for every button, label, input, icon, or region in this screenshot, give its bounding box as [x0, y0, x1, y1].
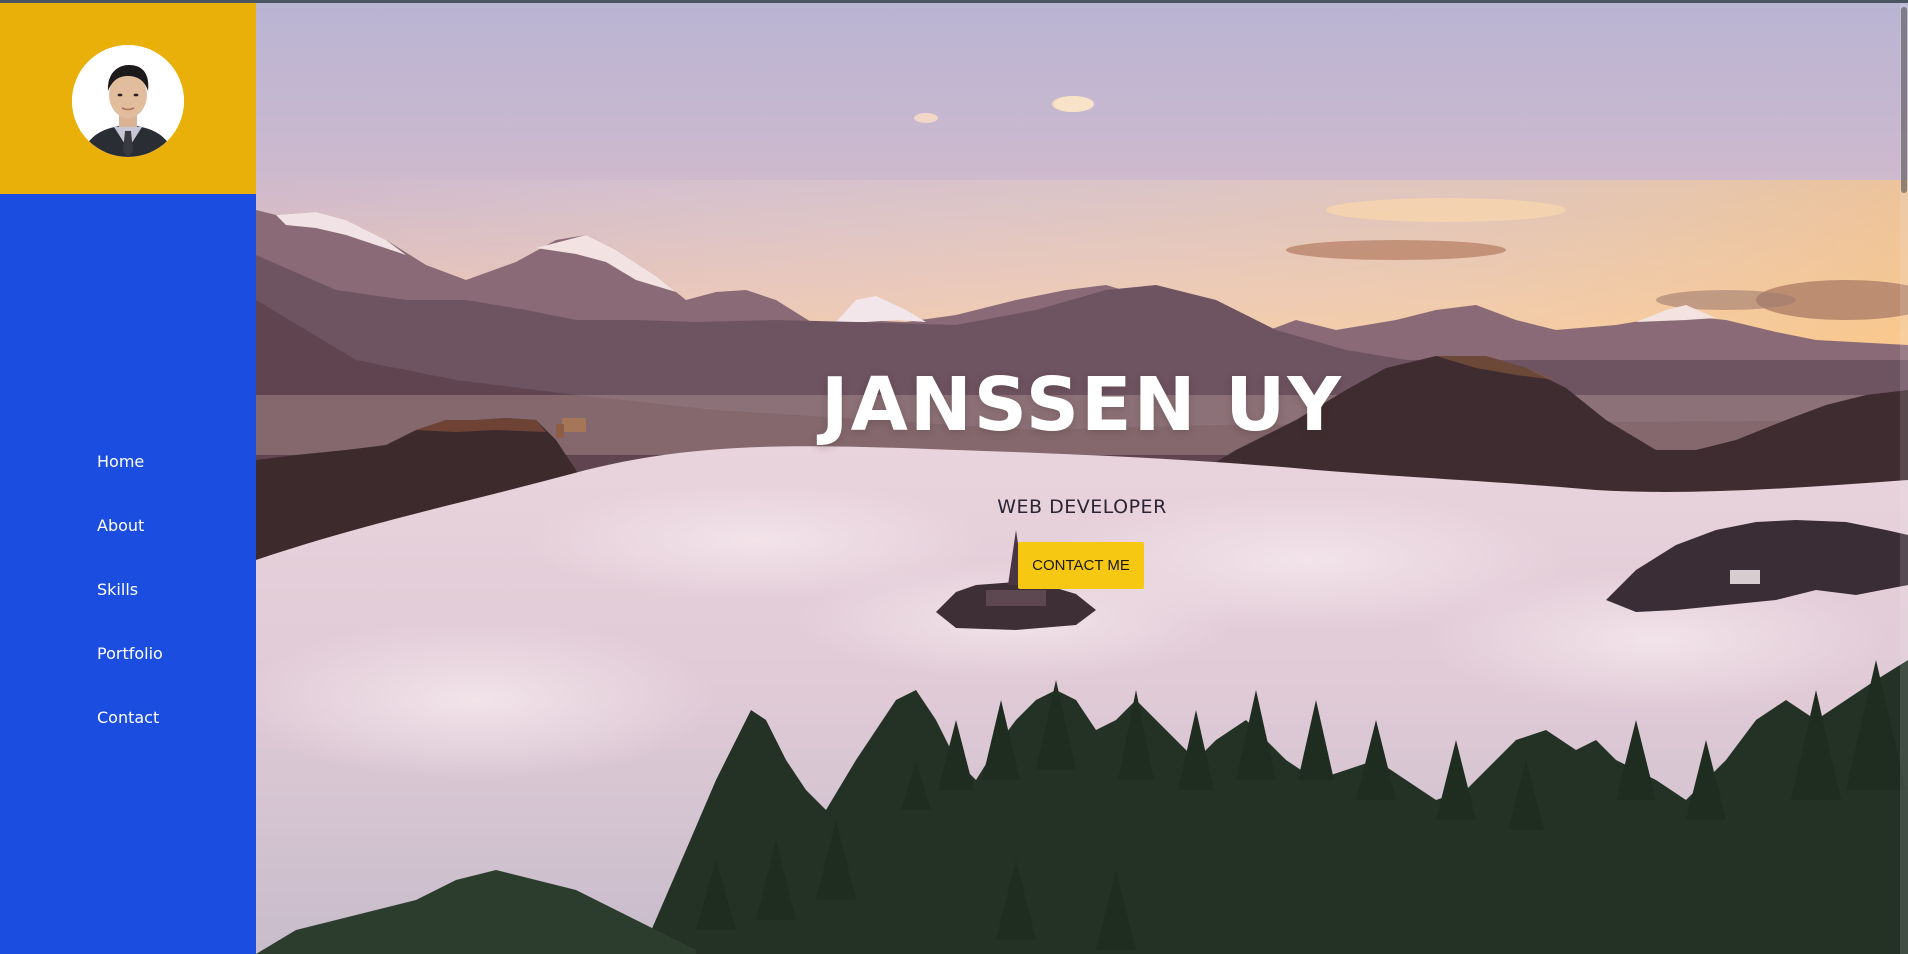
portfolio-page: Home About Skills Portfolio Contact JANS… [0, 0, 1908, 954]
hero-content: JANSSEN UY WEB DEVELOPER CONTACT ME [256, 0, 1908, 954]
window-top-border [0, 0, 1908, 3]
page-scrollbar[interactable] [1900, 3, 1908, 954]
person-portrait-icon [72, 45, 184, 157]
contact-me-button[interactable]: CONTACT ME [1018, 542, 1144, 589]
hero-section: JANSSEN UY WEB DEVELOPER CONTACT ME [256, 0, 1908, 954]
sidebar-item-about[interactable]: About [97, 507, 163, 571]
sidebar-item-contact[interactable]: Contact [97, 699, 163, 763]
scrollbar-thumb[interactable] [1901, 7, 1907, 193]
sidebar-item-skills[interactable]: Skills [97, 571, 163, 635]
hero-role: WEB DEVELOPER [997, 496, 1167, 518]
avatar [72, 45, 184, 157]
sidebar-item-portfolio[interactable]: Portfolio [97, 635, 163, 699]
sidebar-nav: Home About Skills Portfolio Contact [97, 443, 163, 763]
sidebar: Home About Skills Portfolio Contact [0, 0, 256, 954]
profile-block [0, 3, 256, 194]
hero-name: JANSSEN UY [821, 362, 1343, 448]
sidebar-item-home[interactable]: Home [97, 443, 163, 507]
